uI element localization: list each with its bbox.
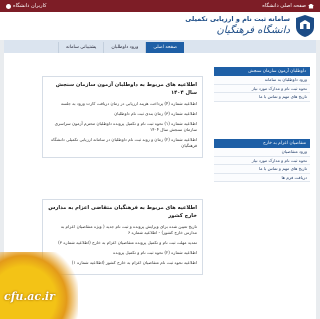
- watermark-text: cfu.ac.ir: [4, 290, 55, 303]
- sidebar-item-applicants-login[interactable]: ورود متقاضیان: [214, 148, 310, 157]
- university-home-label: صفحه اصلی دانشگاه: [262, 3, 306, 9]
- card-title: اطلاعیه های مربوط به فرهنگیان متقاضی اعز…: [48, 205, 197, 219]
- announcement-link[interactable]: اطلاعیه شماره (۳) زمان بندی ثبت نام داوط…: [48, 111, 197, 117]
- home-icon: [308, 3, 314, 9]
- watermark-background: [0, 252, 78, 319]
- main-nav: صفحه اصلی ورود داوطلبان پشتیبانی سامانه: [4, 40, 316, 53]
- sidebar-item-abroad-dates-contact[interactable]: تاریخ های مهم و تماس با ما: [214, 165, 310, 174]
- sidebar-item-download-forms[interactable]: دریافت فرم ها: [214, 173, 310, 182]
- header: سامانه ثبت نام و ارزیابی تکمیلی دانشگاه …: [0, 12, 320, 40]
- tab-system-support[interactable]: پشتیبانی سامانه: [57, 42, 103, 53]
- sidebar-item-dates-contact[interactable]: تاریخ های مهم و تماس با ما: [214, 93, 310, 102]
- user-icon: [6, 3, 11, 9]
- abroad-panel-title: متقاضیان اعزام به خارج: [214, 139, 310, 148]
- sidebar-item-candidates-login[interactable]: ورود داوطلبان به سامانه: [214, 76, 310, 85]
- abroad-applicants-panel: متقاضیان اعزام به خارج ورود متقاضیان نحو…: [214, 139, 310, 182]
- top-bar: صفحه اصلی دانشگاه کاربران دانشگاه: [0, 0, 320, 12]
- announcement-link[interactable]: اطلاعیه شماره (۲) زمان و روند ثبت نام دا…: [48, 137, 197, 149]
- announcements-sanjesh-card: اطلاعیه های مربوط به داوطلبان آزمون سازم…: [42, 76, 203, 158]
- university-logo: [296, 15, 314, 37]
- tab-candidates-login[interactable]: ورود داوطلبان: [103, 42, 145, 53]
- sidebar-item-registration-docs[interactable]: نحوه ثبت نام و مدارک مورد نیاز: [214, 84, 310, 93]
- university-users-link[interactable]: کاربران دانشگاه: [6, 3, 47, 9]
- announcement-link[interactable]: تاریخ تعیین شده برای ویرایش پرونده و ثبت…: [48, 224, 197, 236]
- announcement-link[interactable]: اطلاعیه شماره (۴) پرداخت هزینه ارزیابی د…: [48, 101, 197, 107]
- sidebar-item-abroad-registration-docs[interactable]: نحوه ثبت نام و مدارک مورد نیاز: [214, 156, 310, 165]
- university-home-link[interactable]: صفحه اصلی دانشگاه: [262, 3, 314, 9]
- candidates-panel-title: داوطلبان آزمون سازمان سنجش: [214, 67, 310, 76]
- university-name-logo: دانشگاه فرهنگیان: [216, 25, 290, 36]
- announcement-link[interactable]: اطلاعیه شماره (۱) نحوه ثبت نام و تکمیل پ…: [48, 121, 197, 133]
- candidates-panel: داوطلبان آزمون سازمان سنجش ورود داوطلبان…: [214, 67, 310, 102]
- card-title: اطلاعیه های مربوط به داوطلبان آزمون سازم…: [55, 82, 197, 96]
- site-watermark: cfu.ac.ir: [0, 252, 78, 319]
- announcement-link[interactable]: تمدید مهلت ثبت نام و تکمیل پرونده متقاضی…: [48, 240, 197, 246]
- university-users-label: کاربران دانشگاه: [13, 3, 47, 9]
- system-title: سامانه ثبت نام و ارزیابی تکمیلی: [185, 15, 290, 23]
- tab-home[interactable]: صفحه اصلی: [145, 42, 184, 53]
